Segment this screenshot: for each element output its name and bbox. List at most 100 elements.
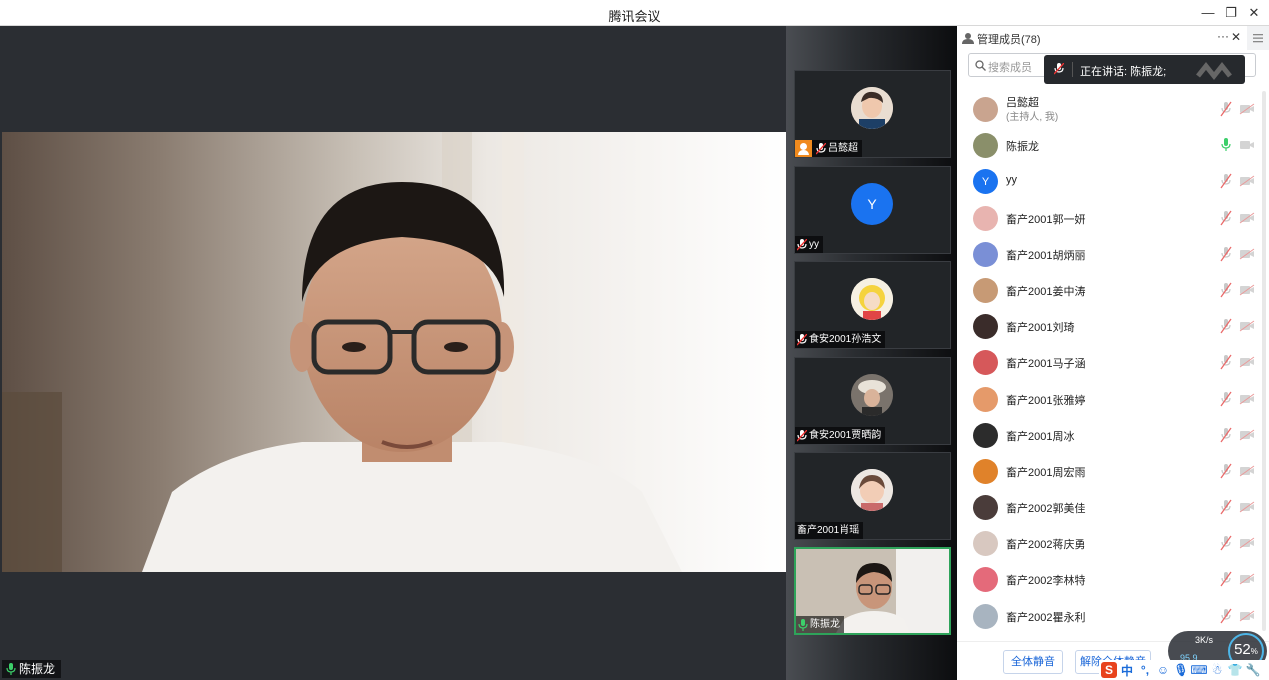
close-window-button[interactable]: ✕ <box>1245 4 1263 22</box>
avatar <box>973 241 998 267</box>
mic-muted-icon[interactable] <box>1219 427 1233 443</box>
user-icon <box>962 33 974 44</box>
member-row[interactable]: 畜产2001胡炳丽 <box>957 236 1269 272</box>
minimize-button[interactable]: — <box>1199 4 1217 22</box>
mic-muted-icon[interactable] <box>1219 282 1233 298</box>
mic-muted-icon[interactable] <box>1219 173 1233 189</box>
camera-off-icon[interactable] <box>1239 429 1255 441</box>
voice-icon[interactable]: 🎙 <box>1173 662 1189 678</box>
camera-off-icon[interactable] <box>1239 610 1255 622</box>
avatar <box>973 531 998 557</box>
avatar <box>973 314 998 340</box>
gallery-tile-active[interactable]: 陈振龙 <box>794 547 951 635</box>
mute-all-button[interactable]: 全体静音 <box>1003 650 1063 674</box>
member-row[interactable]: 吕懿超 (主持人, 我) <box>957 91 1269 127</box>
mic-muted-icon[interactable] <box>1219 463 1233 479</box>
main-video-area[interactable]: 陈振龙 <box>0 26 786 680</box>
camera-off-icon[interactable] <box>1239 573 1255 585</box>
tools-icon[interactable]: 🔧 <box>1245 662 1261 678</box>
member-row[interactable]: 畜产2001姜中涛 <box>957 272 1269 308</box>
member-row[interactable]: 畜产2001马子涵 <box>957 344 1269 380</box>
mic-muted-icon[interactable] <box>1219 318 1233 334</box>
toast-divider <box>1072 62 1073 77</box>
member-row[interactable]: 畜产2002李林特 <box>957 561 1269 597</box>
avatar <box>851 278 893 320</box>
member-row[interactable]: Yyy <box>957 163 1269 199</box>
member-name: 畜产2001马子涵 <box>1006 358 1086 371</box>
camera-off-icon[interactable] <box>1239 175 1255 187</box>
gallery-tile[interactable]: 食安2001贾晒韵 <box>794 357 951 445</box>
mic-muted-icon[interactable] <box>1219 101 1233 117</box>
gallery-tile[interactable]: 畜产2001肖瑶 <box>794 452 951 540</box>
mic-muted-icon[interactable] <box>1219 499 1233 515</box>
user-icon[interactable]: ☃ <box>1209 662 1225 678</box>
gallery-tile[interactable]: 食安2001孙浩文 <box>794 261 951 349</box>
mic-on-icon <box>798 618 808 631</box>
member-row[interactable]: 畜产2001张雅婷 <box>957 381 1269 417</box>
tile-label: 畜产2001肖瑶 <box>795 522 864 539</box>
tile-label: 陈振龙 <box>796 616 844 633</box>
emoji-icon[interactable]: ☺ <box>1155 662 1171 678</box>
avatar <box>973 350 998 376</box>
close-panel-button[interactable]: ✕ <box>1231 30 1241 44</box>
punctuation-icon[interactable]: °, <box>1137 662 1153 678</box>
camera-off-icon[interactable] <box>1239 212 1255 224</box>
mic-muted-icon[interactable] <box>1219 246 1233 262</box>
member-row[interactable]: 畜产2001周宏雨 <box>957 453 1269 489</box>
mic-muted-icon[interactable] <box>1219 571 1233 587</box>
mic-muted-icon[interactable] <box>1219 535 1233 551</box>
avatar <box>851 374 893 416</box>
member-row[interactable]: 畜产2002郭美佳 <box>957 489 1269 525</box>
camera-off-icon[interactable] <box>1239 248 1255 260</box>
mic-muted-icon[interactable] <box>1219 210 1233 226</box>
avatar <box>973 422 998 448</box>
skin-icon[interactable]: 👕 <box>1227 662 1243 678</box>
member-name: 畜产2001周宏雨 <box>1006 466 1086 479</box>
avatar <box>851 469 893 511</box>
member-row[interactable]: 畜产2001郭一妍 <box>957 200 1269 236</box>
avatar <box>973 205 998 231</box>
member-role: (主持人, 我) <box>1006 112 1059 123</box>
camera-off-icon[interactable] <box>1239 501 1255 513</box>
camera-off-icon[interactable] <box>1239 393 1255 405</box>
member-name: 畜产2001刘琦 <box>1006 322 1075 335</box>
mic-muted-icon[interactable] <box>1219 354 1233 370</box>
gallery-tile[interactable]: 吕懿超 <box>794 70 951 158</box>
mic-on-icon[interactable] <box>1219 137 1233 153</box>
member-list[interactable]: 吕懿超 (主持人, 我) 陈振龙 Yyy 畜产2001郭一妍 畜产2001胡炳丽 畜产200… <box>957 91 1269 641</box>
speaker-video-image <box>2 132 786 572</box>
ime-toolbar[interactable]: S 中 °, ☺ 🎙 ⌨ ☃ 👕 🔧 <box>1099 660 1269 680</box>
member-name: 畜产2001胡炳丽 <box>1006 249 1086 262</box>
ime-mode[interactable]: 中 <box>1119 662 1135 678</box>
camera-off-icon[interactable] <box>1239 103 1255 115</box>
gallery-tile[interactable]: Y yy <box>794 166 951 254</box>
member-panel: 管理成员(78) ··· ✕ 搜索成员 正在讲话: 陈振龙; 吕懿超 (主持人, … <box>957 26 1269 680</box>
member-row[interactable]: 畜产2002瞿永利 <box>957 598 1269 634</box>
scrollbar[interactable] <box>1262 91 1266 631</box>
member-row[interactable]: 畜产2001刘琦 <box>957 308 1269 344</box>
member-row[interactable]: 畜产2002蒋庆勇 <box>957 525 1269 561</box>
speaker-name-tag: 陈振龙 <box>2 660 62 678</box>
mic-muted-icon[interactable] <box>1219 608 1233 624</box>
avatar <box>973 603 998 629</box>
camera-off-icon[interactable] <box>1239 320 1255 332</box>
member-row[interactable]: 畜产2001周冰 <box>957 417 1269 453</box>
avatar <box>973 97 998 122</box>
keyboard-icon[interactable]: ⌨ <box>1190 662 1207 678</box>
more-options-button[interactable]: ··· <box>1217 29 1229 43</box>
camera-off-icon[interactable] <box>1239 465 1255 477</box>
avatar <box>973 495 998 521</box>
sogou-logo-icon[interactable]: S <box>1101 662 1117 678</box>
camera-off-icon[interactable] <box>1239 537 1255 549</box>
mic-muted-icon[interactable] <box>1219 391 1233 407</box>
member-name: 陈振龙 <box>1006 141 1039 154</box>
camera-off-icon[interactable] <box>1239 139 1255 151</box>
panel-side-toggle[interactable] <box>1247 26 1269 50</box>
member-name: 畜产2001姜中涛 <box>1006 285 1086 298</box>
camera-off-icon[interactable] <box>1239 356 1255 368</box>
member-row[interactable]: 陈振龙 <box>957 127 1269 163</box>
member-name: 畜产2002郭美佳 <box>1006 503 1086 516</box>
restore-button[interactable]: ❐ <box>1222 4 1240 22</box>
scrollbar-thumb[interactable] <box>1262 91 1266 631</box>
camera-off-icon[interactable] <box>1239 284 1255 296</box>
